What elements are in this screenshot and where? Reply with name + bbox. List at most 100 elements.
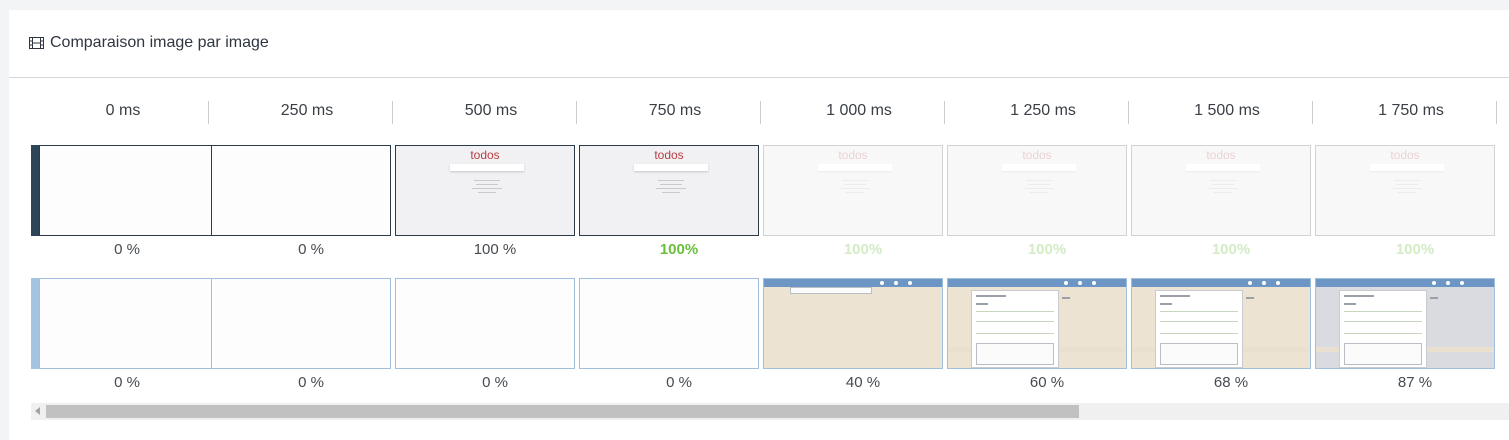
frame-thumbnail[interactable]: todos bbox=[763, 145, 943, 236]
todos-page-preview: todos bbox=[764, 146, 942, 235]
frame-thumbnail[interactable] bbox=[211, 278, 391, 369]
app-divider-line bbox=[976, 321, 1054, 322]
app-text-line bbox=[1344, 295, 1374, 297]
app-side-text bbox=[1062, 297, 1070, 299]
app-header-icon bbox=[1460, 281, 1464, 285]
timeline-tick-separator bbox=[760, 101, 761, 124]
horizontal-scrollbar[interactable] bbox=[31, 403, 1509, 420]
todos-footer-line bbox=[840, 188, 870, 189]
todos-page-preview: todos bbox=[948, 146, 1126, 235]
todos-input-preview bbox=[1002, 164, 1076, 171]
todos-footer-line bbox=[472, 188, 502, 189]
timeline-tick-separator bbox=[208, 101, 209, 124]
todos-input-preview bbox=[818, 164, 892, 171]
app-header-icon bbox=[1432, 281, 1436, 285]
app-header-icon bbox=[1262, 281, 1266, 285]
app-text-line bbox=[1344, 303, 1356, 305]
todos-page-preview: todos bbox=[1316, 146, 1494, 235]
app-side-text bbox=[1246, 297, 1254, 299]
frame-progress-label: 0 % bbox=[482, 374, 508, 391]
todos-input-preview bbox=[1186, 164, 1260, 171]
app-detail-box bbox=[1160, 343, 1238, 365]
app-header-icon bbox=[1446, 281, 1450, 285]
timeline-tick-separator bbox=[1496, 101, 1497, 124]
todos-page-preview: todos bbox=[580, 146, 758, 235]
filmstrip-panel: Comparaison image par image 0 ms 250 ms 50… bbox=[9, 10, 1509, 440]
frame-progress-label: 0 % bbox=[114, 241, 140, 258]
todos-footer-line bbox=[842, 180, 868, 181]
frame-progress-label: 40 % bbox=[845, 374, 881, 391]
row-marker bbox=[31, 145, 39, 236]
frame-thumbnail[interactable]: todos bbox=[579, 145, 759, 236]
todos-input-preview bbox=[1370, 164, 1444, 171]
timeline-tick-label: 0 ms bbox=[105, 102, 141, 119]
frame-thumbnail[interactable] bbox=[395, 278, 575, 369]
app-divider-line bbox=[976, 311, 1054, 312]
app-divider-line bbox=[976, 333, 1054, 334]
timeline-tick-label: 1 750 ms bbox=[1378, 102, 1444, 119]
scrollbar-thumb[interactable] bbox=[46, 405, 1079, 418]
todos-heading: todos bbox=[838, 148, 868, 162]
timeline-tick-separator bbox=[1128, 101, 1129, 124]
todos-footer-line bbox=[476, 184, 498, 185]
todos-footer-line bbox=[1024, 188, 1054, 189]
app-text-line bbox=[1160, 303, 1172, 305]
app-divider-line bbox=[1160, 311, 1238, 312]
frame-thumbnail[interactable]: todos bbox=[1315, 145, 1495, 236]
frame-thumbnail[interactable] bbox=[39, 278, 217, 369]
frame-thumbnail[interactable] bbox=[763, 278, 943, 369]
app-header-icon bbox=[1248, 281, 1252, 285]
frame-thumbnail[interactable] bbox=[579, 278, 759, 369]
app-todo-card bbox=[971, 290, 1059, 368]
todos-footer-line bbox=[1392, 188, 1422, 189]
todos-footer-line bbox=[846, 192, 864, 193]
app-header-bar bbox=[1316, 279, 1494, 287]
todos-footer-line bbox=[1394, 180, 1420, 181]
panel-title-text: Comparaison image par image bbox=[50, 34, 269, 51]
app-header-icon bbox=[880, 281, 884, 285]
app-page-preview bbox=[948, 279, 1126, 368]
frame-thumbnail[interactable]: todos bbox=[395, 145, 575, 236]
timeline-tick-label: 1 500 ms bbox=[1194, 102, 1260, 119]
frame-thumbnail[interactable] bbox=[211, 145, 391, 236]
panel-title: Comparaison image par image bbox=[29, 34, 269, 52]
timeline-tick-separator bbox=[576, 101, 577, 124]
app-divider-line bbox=[1344, 321, 1422, 322]
timeline-tick-label: 1 250 ms bbox=[1010, 102, 1076, 119]
todos-footer-line bbox=[1208, 188, 1238, 189]
frame-thumbnail[interactable] bbox=[39, 145, 217, 236]
timeline-tick-separator bbox=[1312, 101, 1313, 124]
frame-progress-label: 100% bbox=[1027, 241, 1067, 258]
app-header-bar bbox=[1132, 279, 1310, 287]
timeline-tick-label: 250 ms bbox=[280, 102, 334, 119]
frame-progress-label: 0 % bbox=[298, 374, 324, 391]
todos-footer-line bbox=[1028, 184, 1050, 185]
app-header-icon bbox=[1092, 281, 1096, 285]
film-icon bbox=[29, 37, 44, 49]
timeline-tick-label: 500 ms bbox=[464, 102, 518, 119]
todos-input-preview bbox=[634, 164, 708, 171]
timeline-tick-label: 1 000 ms bbox=[826, 102, 892, 119]
app-side-text bbox=[1430, 297, 1438, 299]
scroll-left-arrow-icon[interactable] bbox=[35, 407, 40, 415]
app-header-icon bbox=[1064, 281, 1068, 285]
todos-heading: todos bbox=[470, 148, 500, 162]
frame-progress-label: 100% bbox=[843, 241, 883, 258]
todos-footer-line bbox=[660, 184, 682, 185]
frame-progress-label: 87 % bbox=[1397, 374, 1433, 391]
todos-footer-line bbox=[474, 180, 500, 181]
frame-thumbnail[interactable] bbox=[1315, 278, 1495, 369]
app-text-line bbox=[1160, 295, 1190, 297]
app-loading-box bbox=[790, 287, 872, 294]
frame-progress-label: 100% bbox=[659, 241, 699, 258]
todos-footer-line bbox=[658, 180, 684, 181]
frame-thumbnail[interactable] bbox=[1131, 278, 1311, 369]
frame-thumbnail[interactable]: todos bbox=[1131, 145, 1311, 236]
todos-heading: todos bbox=[1022, 148, 1052, 162]
frame-thumbnail[interactable] bbox=[947, 278, 1127, 369]
row-marker bbox=[31, 278, 39, 369]
app-header-icon bbox=[1078, 281, 1082, 285]
frame-progress-label: 100 % bbox=[473, 241, 517, 258]
app-divider-line bbox=[1160, 321, 1238, 322]
frame-thumbnail[interactable]: todos bbox=[947, 145, 1127, 236]
